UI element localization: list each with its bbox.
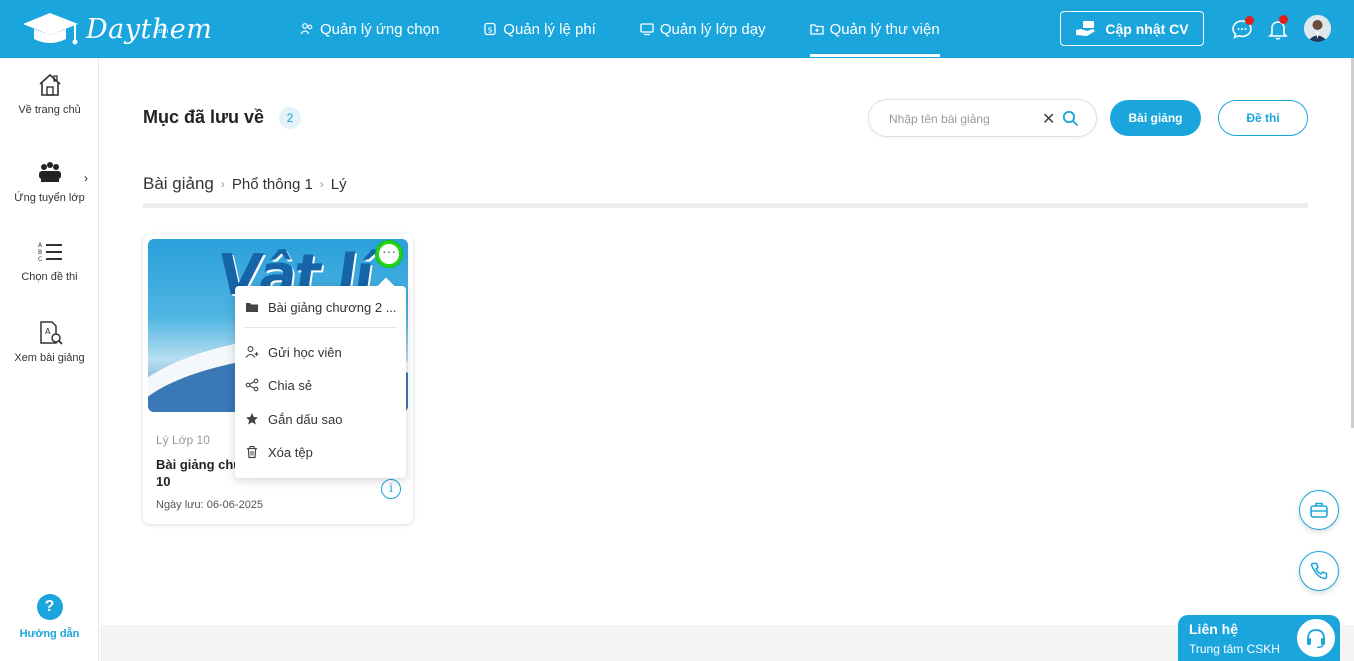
- breadcrumb-item[interactable]: Phổ thông 1: [232, 176, 313, 193]
- notification-unread-dot: [1279, 15, 1288, 24]
- menu-item-label: Gắn dấu sao: [268, 411, 343, 427]
- svg-text:$: $: [488, 26, 493, 35]
- breadcrumb-item[interactable]: Bài giảng: [143, 174, 214, 194]
- footer-band: [100, 625, 1354, 661]
- nav-item-candidates[interactable]: Quản lý ứng chọn: [300, 0, 439, 58]
- nav-label: Quản lý thư viện: [829, 20, 940, 38]
- chat-unread-dot: [1245, 16, 1254, 25]
- nav-item-library[interactable]: Quản lý thư viện: [809, 0, 940, 58]
- user-avatar[interactable]: [1304, 15, 1331, 42]
- user-add-icon: [245, 346, 259, 358]
- sidebar: Về trang chủ Ứng tuyển lớp › ABC Chọn đề…: [0, 58, 99, 661]
- svg-text:A: A: [45, 327, 51, 336]
- brand-suffix: .com: [153, 28, 169, 35]
- nav-label: Quản lý lệ phí: [503, 20, 596, 38]
- chevron-right-icon[interactable]: ›: [84, 171, 88, 185]
- card-saved-date: Ngày lưu: 06-06-2025: [156, 499, 264, 511]
- menu-item-share[interactable]: Chia sẻ: [235, 370, 406, 400]
- svg-text:B: B: [38, 249, 42, 256]
- menu-item-label: Xóa tệp: [268, 444, 313, 460]
- question-icon: ?: [36, 594, 63, 620]
- headset-button[interactable]: [1295, 617, 1337, 659]
- card-subject: Lý Lớp 10: [156, 433, 210, 447]
- briefcase-icon: [1310, 502, 1328, 518]
- document-search-icon: A: [39, 321, 63, 345]
- nav-item-fees[interactable]: $ Quản lý lệ phí: [483, 0, 596, 58]
- saved-count-badge: 2: [279, 107, 301, 129]
- sidebar-item-home[interactable]: Về trang chủ: [0, 72, 99, 116]
- menu-item-label: Gửi học viên: [268, 344, 342, 360]
- nav-item-classes[interactable]: Quản lý lớp dạy: [640, 0, 766, 58]
- nav-label: Quản lý ứng chọn: [320, 20, 440, 38]
- sidebar-item-label: Về trang chủ: [18, 104, 81, 116]
- update-cv-label: Cập nhật CV: [1105, 20, 1189, 37]
- menu-item-folder[interactable]: Bài giảng chương 2 ...: [235, 292, 406, 322]
- nav-label: Quản lý lớp dạy: [659, 20, 766, 38]
- group-icon: [38, 162, 61, 182]
- card-context-menu: Bài giảng chương 2 ... Gửi học viên Chia…: [235, 286, 406, 478]
- sidebar-item-label: Xem bài giảng: [14, 352, 85, 364]
- search-icon[interactable]: [1062, 110, 1079, 127]
- folder-icon: [809, 24, 824, 35]
- breadcrumb-separator: ›: [319, 177, 324, 191]
- phone-icon: [1310, 562, 1328, 580]
- section-divider: [143, 203, 1308, 208]
- menu-item-send-students[interactable]: Gửi học viên: [235, 337, 406, 367]
- share-icon: [245, 378, 259, 392]
- contact-support-widget[interactable]: Liên hệ Trung tâm CSKH: [1178, 615, 1340, 661]
- update-cv-button[interactable]: Cập nhật CV: [1060, 11, 1204, 46]
- hand-money-icon: [1076, 20, 1096, 36]
- monitor-icon: [640, 23, 654, 36]
- search-input[interactable]: [889, 108, 1039, 130]
- info-icon[interactable]: i: [381, 479, 401, 499]
- breadcrumb-item[interactable]: Lý: [331, 176, 347, 193]
- tab-lectures-button[interactable]: Bài giảng: [1110, 100, 1201, 136]
- headset-icon: [1307, 629, 1325, 649]
- brand-name: Daythem: [86, 13, 213, 45]
- menu-divider: [244, 327, 397, 328]
- graduation-cap-icon: [23, 13, 78, 45]
- folder-icon: [246, 303, 258, 312]
- sidebar-item-view-lecture[interactable]: A Xem bài giảng: [0, 320, 99, 364]
- clear-search-icon[interactable]: ✕: [1042, 109, 1055, 129]
- breadcrumb-separator: ›: [220, 177, 225, 191]
- sidebar-item-label: Ứng tuyển lớp: [14, 192, 85, 204]
- search-box: ✕: [868, 99, 1097, 137]
- svg-text:C: C: [38, 256, 42, 263]
- fee-icon: $: [484, 22, 496, 36]
- help-label: Hướng dẫn: [19, 628, 80, 640]
- sidebar-item-label: Chọn đề thi: [21, 271, 78, 283]
- help-guide[interactable]: ? Hướng dẫn: [0, 594, 99, 640]
- floating-briefcase-button[interactable]: [1299, 490, 1339, 530]
- card-title[interactable]: Bài giảng chư: [156, 455, 246, 474]
- menu-item-label: Chia sẻ: [268, 377, 313, 393]
- svg-text:A: A: [38, 242, 43, 249]
- more-options-button[interactable]: ···: [376, 241, 402, 267]
- star-icon: [246, 413, 258, 425]
- home-icon: [38, 73, 61, 96]
- floating-phone-button[interactable]: [1299, 551, 1339, 591]
- breadcrumb: Bài giảng › Phổ thông 1 › Lý: [143, 174, 347, 194]
- main-nav: Quản lý ứng chọn $ Quản lý lệ phí Quản l…: [300, 0, 984, 58]
- tab-exams-button[interactable]: Đề thi: [1218, 100, 1308, 136]
- menu-item-delete[interactable]: Xóa tệp: [235, 437, 406, 467]
- menu-item-label: Bài giảng chương 2 ...: [268, 299, 397, 315]
- sidebar-item-choose-exam[interactable]: ABC Chọn đề thi: [0, 239, 99, 283]
- top-bar: Daythem .com Quản lý ứng chọn $ Quản lý …: [0, 0, 1354, 58]
- users-icon: [300, 23, 313, 35]
- abc-list-icon: ABC: [38, 242, 62, 263]
- brand-logo[interactable]: Daythem: [20, 10, 212, 48]
- contact-subtitle: Trung tâm CSKH: [1189, 642, 1280, 656]
- page-title: Mục đã lưu về: [143, 107, 265, 127]
- person-avatar-icon: [1304, 15, 1331, 42]
- trash-icon: [247, 446, 257, 459]
- card-title-continued[interactable]: 10: [156, 474, 170, 489]
- menu-item-star[interactable]: Gắn dấu sao: [235, 404, 406, 434]
- contact-title: Liên hệ: [1189, 621, 1239, 637]
